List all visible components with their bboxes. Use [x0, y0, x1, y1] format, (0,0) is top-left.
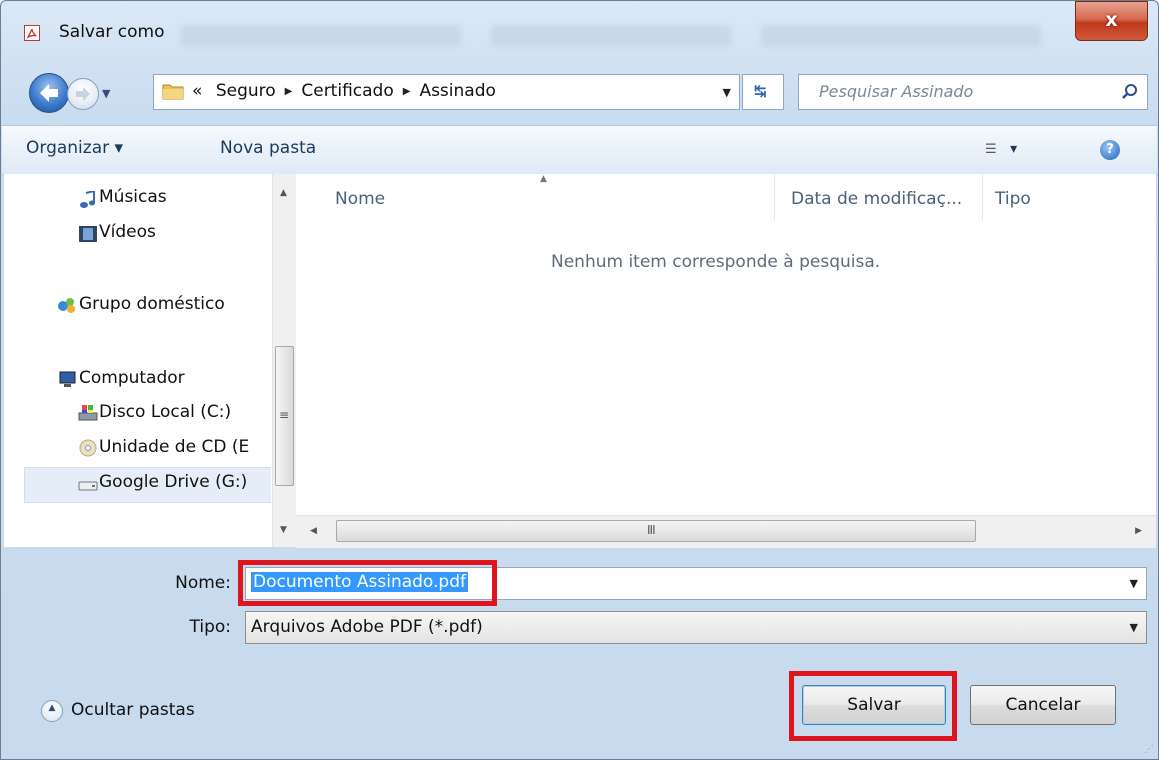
column-divider[interactable]: [774, 174, 775, 220]
save-button[interactable]: Salvar: [802, 685, 946, 725]
chevron-down-icon[interactable]: ▼: [1130, 621, 1138, 634]
breadcrumb-assinado[interactable]: Assinado: [419, 81, 495, 101]
background-toolbar-ghost: [181, 25, 1061, 55]
title-bar[interactable]: Salvar como x: [1, 1, 1158, 65]
scroll-down-icon[interactable]: ▼: [280, 525, 287, 535]
sidebar-item-musicas[interactable]: Músicas: [99, 187, 167, 207]
horizontal-scrollbar[interactable]: ◀ III ▶: [296, 515, 1156, 548]
file-type-select[interactable]: Arquivos Adobe PDF (*.pdf) ▼: [245, 611, 1147, 644]
file-type-label: Tipo:: [189, 617, 231, 637]
local-disk-icon: [78, 405, 98, 421]
breadcrumb-seguro[interactable]: Seguro: [216, 81, 276, 101]
computer-icon: [59, 371, 76, 387]
file-name-label: Nome:: [175, 573, 231, 593]
scrollbar-thumb[interactable]: III: [336, 520, 976, 542]
chevron-down-icon[interactable]: ▼: [723, 86, 731, 99]
file-name-input[interactable]: Documento Assinado.pdf ▼: [245, 567, 1147, 600]
back-arrow-icon: [40, 84, 58, 102]
search-placeholder: Pesquisar Assinado: [819, 82, 974, 101]
save-as-dialog: Salvar como x ▼ « Seguro ▶ Certificado ▶ Ass…: [0, 0, 1159, 760]
refresh-icon: ↹: [754, 82, 767, 100]
scroll-grip-icon: III: [647, 523, 656, 537]
drive-icon: [78, 481, 98, 491]
new-folder-button[interactable]: Nova pasta: [220, 138, 316, 158]
window-title: Salvar como: [59, 22, 165, 42]
sort-ascending-icon: ▲: [540, 174, 547, 184]
sidebar-item-grupo-domestico[interactable]: Grupo doméstico: [79, 294, 225, 314]
scroll-right-icon[interactable]: ▶: [1135, 526, 1142, 536]
breadcrumb-overflow[interactable]: «: [192, 81, 202, 101]
video-icon: [79, 226, 97, 242]
search-input[interactable]: Pesquisar Assinado: [798, 74, 1148, 110]
history-dropdown-icon[interactable]: ▼: [102, 87, 110, 100]
collapse-icon: ▲: [41, 700, 63, 722]
sidebar-item-videos[interactable]: Vídeos: [99, 222, 156, 242]
cancel-button[interactable]: Cancelar: [970, 685, 1116, 725]
file-list[interactable]: ▲ Nome Data de modificaç... Tipo Nenhum …: [296, 174, 1156, 548]
pdf-app-icon: [24, 25, 40, 41]
column-header-name[interactable]: Nome: [335, 189, 385, 209]
breadcrumb-certificado[interactable]: Certificado: [301, 81, 393, 101]
folder-icon: [162, 84, 184, 100]
scroll-grip-icon: ≡: [279, 408, 290, 422]
breadcrumb: « Seguro ▶ Certificado ▶ Assinado: [192, 81, 496, 101]
sidebar-item-disco-local[interactable]: Disco Local (C:): [99, 402, 231, 422]
file-name-value: Documento Assinado.pdf: [251, 572, 468, 592]
close-button[interactable]: x: [1075, 1, 1148, 41]
address-bar[interactable]: « Seguro ▶ Certificado ▶ Assinado ▼: [153, 74, 740, 110]
forward-arrow-icon: [76, 87, 90, 101]
chevron-right-icon[interactable]: ▶: [403, 86, 411, 97]
navigation-pane[interactable]: Músicas Vídeos Grupo doméstico Computado…: [4, 174, 271, 547]
chevron-down-icon[interactable]: ▼: [1130, 577, 1138, 590]
sidebar-item-google-drive[interactable]: Google Drive (G:): [99, 472, 247, 492]
view-options-button[interactable]: ☰ ▾: [985, 138, 1017, 158]
browser-area: Músicas Vídeos Grupo doméstico Computado…: [4, 174, 1156, 548]
file-type-value: Arquivos Adobe PDF (*.pdf): [251, 617, 483, 637]
sidebar-item-computador[interactable]: Computador: [79, 368, 185, 388]
hide-folders-label: Ocultar pastas: [71, 700, 195, 720]
homegroup-icon: [58, 298, 75, 313]
search-icon[interactable]: [1121, 83, 1139, 101]
back-button[interactable]: [29, 73, 69, 113]
view-dropdown-arrow: ▾: [1010, 141, 1018, 157]
close-icon: x: [1105, 9, 1118, 31]
empty-message: Nenhum item corresponde à pesquisa.: [551, 252, 881, 272]
resize-grip-icon[interactable]: ⋰: [1144, 744, 1154, 755]
cd-drive-icon: [79, 439, 97, 457]
scroll-left-icon[interactable]: ◀: [310, 526, 317, 536]
navigation-scrollbar[interactable]: ▲ ≡ ▼: [272, 174, 296, 547]
command-bar: Organizar ▾ Nova pasta ☰ ▾ ?: [2, 125, 1157, 175]
view-list-icon: ☰: [985, 142, 997, 157]
column-divider[interactable]: [982, 174, 983, 220]
chevron-right-icon[interactable]: ▶: [285, 86, 293, 97]
help-icon[interactable]: ?: [1100, 140, 1120, 160]
refresh-button[interactable]: ↹: [742, 74, 784, 110]
forward-button[interactable]: [67, 78, 99, 110]
music-icon: [80, 191, 95, 208]
column-header-modified[interactable]: Data de modificaç...: [791, 189, 962, 209]
sidebar-item-unidade-cd[interactable]: Unidade de CD (E: [99, 437, 249, 457]
scroll-up-icon[interactable]: ▲: [280, 188, 287, 198]
column-header-type[interactable]: Tipo: [995, 189, 1031, 209]
organize-menu-button[interactable]: Organizar ▾: [26, 138, 123, 158]
